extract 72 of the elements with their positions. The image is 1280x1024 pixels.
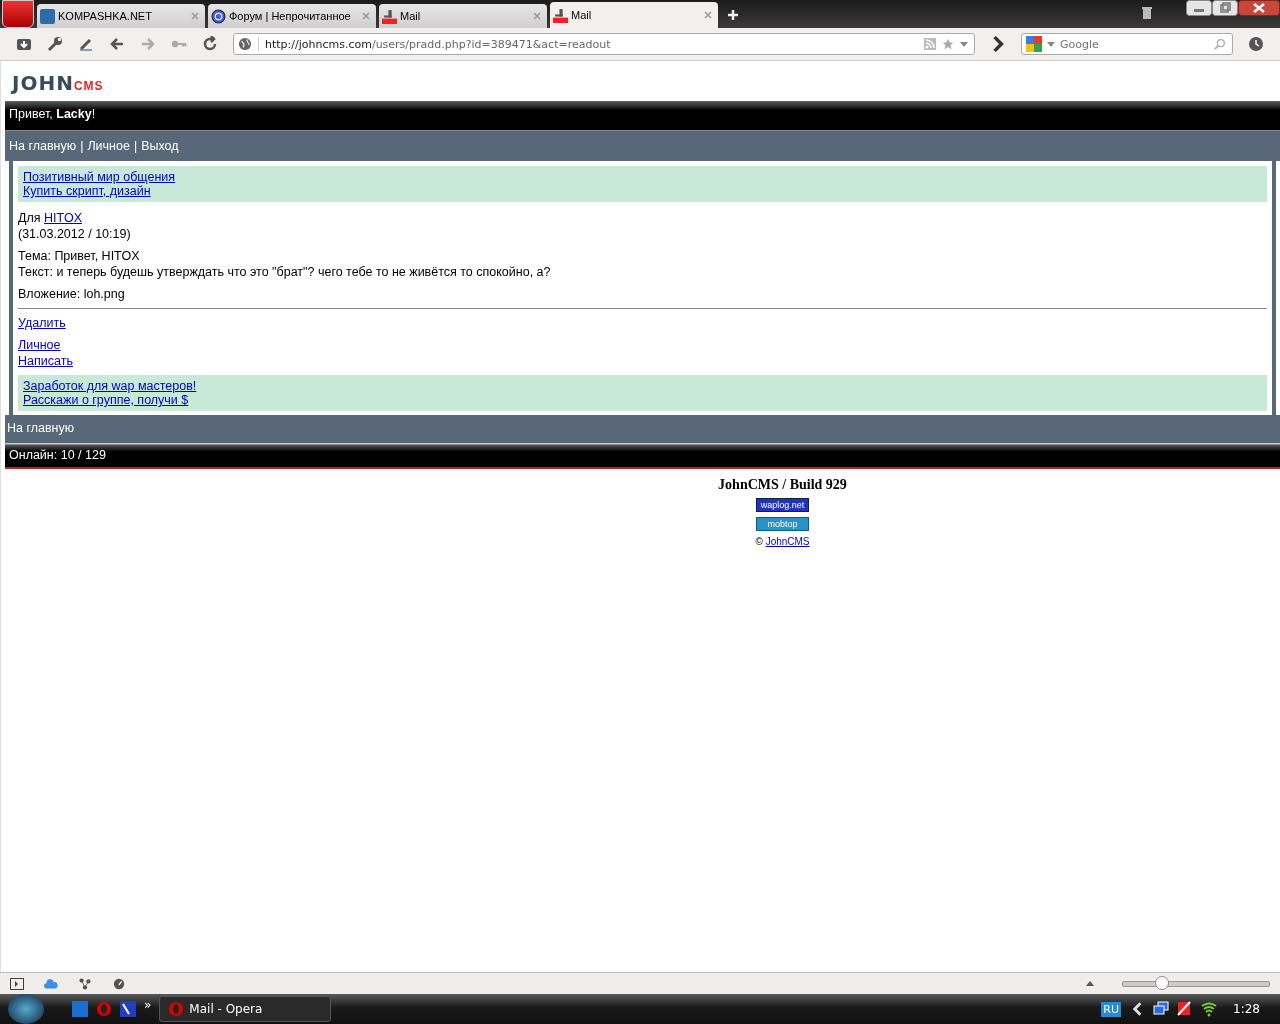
browser-tab[interactable]: Mail <box>379 4 547 28</box>
nav-link[interactable]: Выход <box>141 139 179 153</box>
speedometer-icon[interactable] <box>112 977 126 990</box>
recipient-label: Для <box>18 211 41 225</box>
restore-icon[interactable] <box>1212 0 1238 16</box>
clock: 1:28 <box>1233 1002 1260 1016</box>
caret-icon[interactable] <box>960 41 968 47</box>
opera-icon <box>168 1001 185 1017</box>
search-bar[interactable]: Google <box>1021 33 1233 55</box>
share-icon[interactable] <box>78 977 92 990</box>
chevron-right-icon[interactable] <box>990 36 1006 52</box>
nav-link[interactable]: Личное <box>87 139 130 153</box>
browser-tab[interactable]: KOMPASHKA.NET <box>37 4 205 28</box>
message-attachment: Вложение: loh.png <box>18 286 126 302</box>
message-date: (31.03.2012 / 10:19) <box>18 226 132 242</box>
ad-link[interactable]: Заработок для wap мастеров! <box>23 379 197 393</box>
clock-icon[interactable] <box>1248 36 1264 52</box>
reload-icon[interactable] <box>202 36 218 52</box>
slider-thumb[interactable] <box>1155 975 1170 990</box>
mobtop-counter[interactable]: mobtop <box>756 517 809 531</box>
browser-tab[interactable]: Mail <box>550 2 718 28</box>
nav-link[interactable]: На главную <box>7 421 75 435</box>
pen-icon[interactable] <box>78 36 94 52</box>
browser-tab[interactable]: Форум | Непрочитанное <box>208 4 376 28</box>
opera-menu-button[interactable] <box>2 0 34 28</box>
wifi-icon[interactable] <box>1201 1001 1218 1017</box>
nav-separator: | <box>133 139 138 153</box>
waplog-counter[interactable]: waplog.net <box>755 498 810 512</box>
close-window-icon[interactable] <box>1238 0 1280 16</box>
copyright-link[interactable]: JohnCMS <box>765 536 810 547</box>
site-logo[interactable]: JOHNCMS <box>12 71 104 95</box>
antivirus-icon[interactable] <box>1177 1001 1194 1017</box>
delete-link[interactable]: Удалить <box>18 315 66 331</box>
trash-icon[interactable] <box>1141 6 1153 20</box>
caret-icon[interactable] <box>1047 41 1055 47</box>
address-field[interactable]: http://johncms.com/users/pradd.php?id=389471&act=readout <box>233 33 975 55</box>
message-subject: Тема: Привет, HITOX <box>18 248 141 264</box>
language-indicator[interactable]: RU <box>1101 1001 1122 1017</box>
ad-link[interactable]: Купить скрипт, дизайн <box>23 184 151 198</box>
minimize-icon[interactable] <box>1186 0 1212 16</box>
opera-icon[interactable] <box>96 1001 112 1017</box>
greeting-text: Привет, Lacky! <box>9 107 96 121</box>
globe-icon <box>238 37 259 51</box>
online-count: Онлайн: 10 / 129 <box>9 448 106 462</box>
k-logo-icon <box>40 8 55 24</box>
ad-link[interactable]: Расскажи о группе, получи $ <box>23 393 189 407</box>
back-icon[interactable] <box>109 36 125 52</box>
more-button[interactable]: » <box>144 998 152 1012</box>
new-tab-icon[interactable] <box>727 9 739 21</box>
cms-logo-icon <box>382 8 397 24</box>
build-info: JohnCMS / Build 929 <box>718 477 847 493</box>
cloud-icon[interactable] <box>44 977 58 990</box>
nav-separator: | <box>80 139 84 153</box>
panel-toggle-icon[interactable] <box>10 977 24 990</box>
arrow-up-icon[interactable] <box>1086 981 1094 986</box>
globe-icon <box>211 8 226 24</box>
app-icon[interactable] <box>120 1001 136 1017</box>
wrench-icon[interactable] <box>47 36 63 52</box>
copyright-sign: © <box>755 536 763 547</box>
network-icon[interactable] <box>1153 1001 1170 1017</box>
page-link[interactable]: Написать <box>18 353 73 369</box>
star-icon[interactable] <box>942 38 954 50</box>
google-logo-icon <box>1026 36 1042 52</box>
cms-logo-icon <box>553 7 568 23</box>
user-link[interactable]: HITOX <box>44 211 82 225</box>
inbox-icon[interactable] <box>16 36 32 52</box>
ad-link[interactable]: Позитивный мир общения <box>23 170 176 184</box>
page-link[interactable]: Личное <box>18 337 61 353</box>
nav-link[interactable]: На главную <box>9 139 77 153</box>
taskbar-window-button[interactable]: Mail - Opera <box>159 996 332 1022</box>
message-text: Текст: и теперь будешь утверждать что это "брат"? чего тебе то не живётся то спокойно, а? <box>18 264 552 280</box>
start-button[interactable] <box>8 994 44 1024</box>
